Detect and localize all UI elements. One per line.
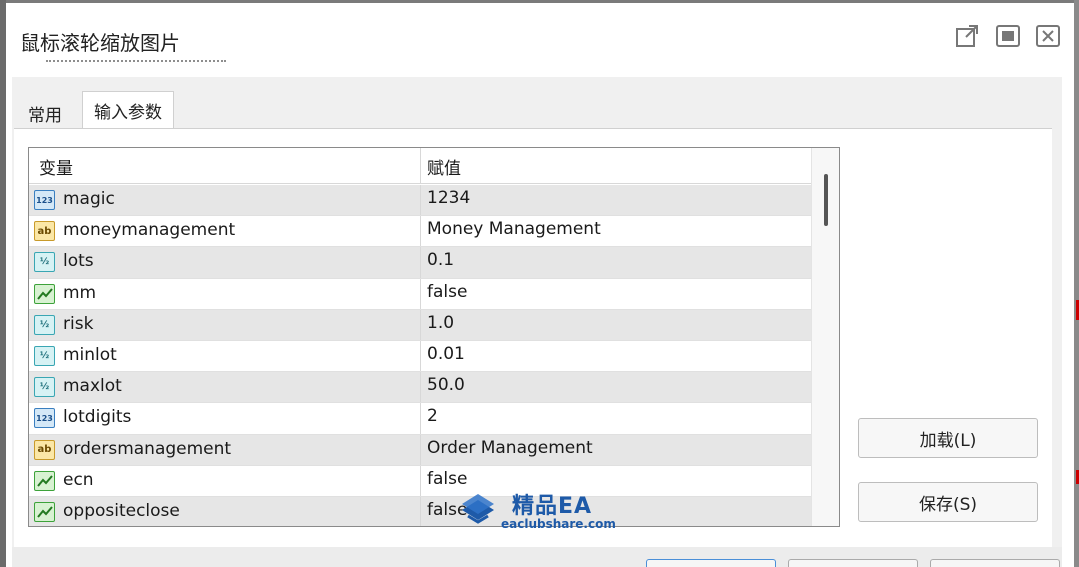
bool-icon [34,283,55,304]
param-value[interactable]: Order Management [427,438,593,458]
bool-icon [34,501,55,522]
table-row[interactable]: ½ risk 1.0 [29,309,811,341]
column-separator [420,496,421,526]
table-rows: 123 magic 1234 ab moneymanagement Money Manag… [29,185,811,526]
param-value[interactable]: 1234 [427,188,470,208]
table-row[interactable]: ab ordersmanagement Order Management [29,434,811,466]
watermark: 精品EA eaclubshare.com [458,488,628,533]
close-icon [1036,25,1060,47]
param-name: magic [63,189,115,209]
header-separator [420,148,421,184]
param-name: moneymanagement [63,220,236,241]
column-separator [420,372,421,403]
table-row[interactable]: ab moneymanagement Money Management [29,216,811,248]
bool-icon [34,470,55,491]
param-value[interactable]: 1.0 [427,313,454,333]
table-row[interactable]: oppositeclose false [29,496,811,526]
watermark-title: 精品EA [512,494,593,519]
table-row[interactable]: ½ maxlot 50.0 [29,372,811,404]
maximize-icon [996,25,1020,47]
double-icon: ½ [34,377,55,398]
double-icon: ½ [34,314,55,335]
column-separator [420,216,421,247]
param-value[interactable]: false [427,469,467,489]
watermark-site: eaclubshare.com [501,517,616,531]
param-value[interactable]: 0.01 [427,344,465,364]
param-name: lotdigits [63,407,132,428]
column-separator [420,434,421,465]
param-name: mm [63,282,97,303]
cancel-button[interactable] [788,559,918,567]
parameters-table: 变量 赋值 123 magic 1234 ab moneymanagement Money… [28,147,840,527]
table-row[interactable]: ½ minlot 0.01 [29,340,811,373]
int-icon: 123 [34,190,55,210]
param-value[interactable]: false [427,282,467,302]
column-separator [420,403,421,434]
param-name: oppositeclose [63,500,180,521]
scrollbar-thumb[interactable] [824,174,828,226]
table-row[interactable]: 123 lotdigits 2 [29,403,811,435]
column-separator [420,340,421,372]
tab-common[interactable]: 常用 [14,97,76,129]
title-divider [46,60,226,64]
column-separator [420,185,421,216]
param-name: minlot [63,344,117,365]
param-name: ordersmanagement [63,438,232,459]
popout-button[interactable] [954,23,980,49]
header-value[interactable]: 赋值 [427,154,461,179]
reset-button[interactable] [930,559,1060,567]
param-value[interactable]: 50.0 [427,375,465,395]
table-row[interactable]: 123 magic 1234 [29,185,811,217]
external-link-icon [956,25,978,47]
maximize-button[interactable] [995,23,1021,49]
vertical-scrollbar[interactable] [811,148,839,526]
double-icon: ½ [34,345,55,366]
string-icon: ab [34,439,55,460]
param-name: ecn [63,469,94,490]
param-value[interactable]: 2 [427,406,438,426]
header-variable[interactable]: 变量 [39,154,73,179]
column-separator [420,278,421,309]
param-name: lots [63,251,94,272]
save-button[interactable]: 保存(S) [858,482,1038,522]
table-row[interactable]: ecn false [29,465,811,497]
string-icon: ab [34,221,55,242]
dialog-title: 鼠标滚轮缩放图片 [20,31,180,55]
param-name: risk [63,313,94,334]
table-header: 变量 赋值 [29,148,811,184]
load-button[interactable]: 加载(L) [858,418,1038,458]
close-button[interactable] [1035,23,1061,49]
param-value[interactable]: 0.1 [427,250,454,270]
int-icon: 123 [34,408,55,429]
column-separator [420,465,421,496]
param-value[interactable]: Money Management [427,219,601,239]
ok-button[interactable] [646,559,776,567]
table-row[interactable]: ½ lots 0.1 [29,247,811,279]
tab-content: 变量 赋值 123 magic 1234 ab moneymanagement Money… [14,128,1052,548]
column-separator [420,247,421,278]
table-row[interactable]: mm false [29,278,811,310]
tab-input-parameters[interactable]: 输入参数 [82,91,174,129]
double-icon: ½ [34,252,55,273]
watermark-logo-icon [462,494,494,524]
column-separator [420,309,421,340]
param-name: maxlot [63,376,122,397]
